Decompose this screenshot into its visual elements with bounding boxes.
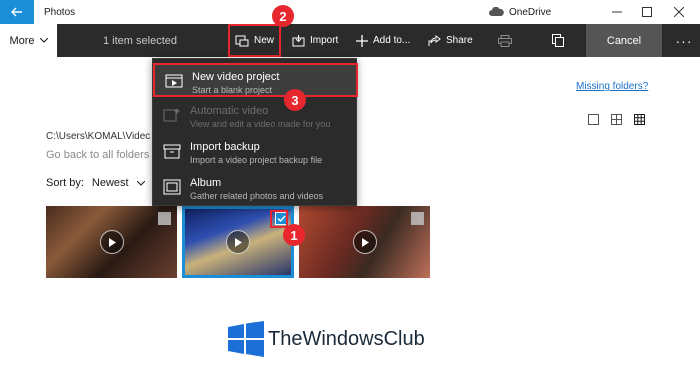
cancel-button[interactable]: Cancel [586,24,662,57]
menu-item-title: New video project [192,71,280,83]
new-project-icon [235,35,249,46]
selection-count: 1 item selected [103,35,177,47]
menu-item-subtitle: Import a video project backup file [190,155,323,165]
archive-icon [163,144,181,159]
onedrive-label: OneDrive [509,6,552,18]
arrow-left-icon [11,7,22,17]
more-menu-button[interactable]: More [0,24,57,57]
automatic-video-icon [163,108,180,122]
sort-control[interactable]: Sort by: Newest [46,177,145,189]
chevron-down-icon [39,38,48,43]
menu-item-title: Automatic video [190,105,269,117]
missing-folders-link[interactable]: Missing folders? [576,81,648,92]
small-view-icon[interactable] [634,114,645,125]
play-icon [226,230,250,254]
select-checkbox[interactable] [411,212,424,225]
callout-border [270,210,288,228]
close-icon [674,7,684,17]
large-view-icon[interactable] [588,114,599,125]
minimize-icon [612,11,622,13]
print-button[interactable] [498,24,512,57]
chevron-down-icon [136,180,145,186]
close-button[interactable] [664,0,694,24]
callout-badge: 2 [272,5,294,27]
sort-label: Sort by: [46,177,84,189]
callout-badge: 3 [284,89,306,111]
new-dropdown-menu: New video project Start a blank project … [152,58,358,206]
more-label: More [9,34,35,47]
video-thumbnail[interactable] [299,206,430,278]
import-button[interactable]: Import [292,24,338,57]
share-label: Share [446,35,473,46]
medium-view-icon[interactable] [611,114,622,125]
print-icon [498,34,512,47]
photos-app: Photos OneDrive More 1 item selected New… [0,0,700,376]
menu-item-new-video-project[interactable]: New video project Start a blank project [153,63,358,97]
maximize-icon [642,7,652,17]
sort-value: Newest [91,177,129,189]
menu-item-import-backup[interactable]: Import backup Import a video project bac… [153,135,358,169]
minimize-button[interactable] [602,0,632,24]
menu-item-title: Album [190,177,222,189]
watermark: TheWindowsClub [228,321,425,357]
video-thumbnail[interactable] [46,206,177,278]
menu-item-subtitle: Start a blank project [192,85,273,95]
add-to-button[interactable]: Add to... [356,24,410,57]
cloud-icon [489,7,504,16]
import-icon [292,34,305,46]
share-icon [428,34,441,46]
back-button[interactable] [0,0,34,24]
menu-item-subtitle: View and edit a video made for you [190,119,331,129]
see-more-button[interactable]: ··· [668,24,700,57]
go-back-link[interactable]: Go back to all folders [46,149,149,161]
new-label: New [253,35,274,46]
copy-button[interactable] [552,24,564,57]
view-switcher [588,114,645,125]
add-to-label: Add to... [373,35,411,46]
menu-item-subtitle: Gather related photos and videos [190,191,324,201]
menu-item-title: Import backup [190,141,260,153]
copy-icon [552,34,564,47]
share-button[interactable]: Share [428,24,473,57]
maximize-button[interactable] [632,0,662,24]
play-icon [352,230,377,254]
select-checkbox[interactable] [158,212,171,225]
folder-path: C:\Users\KOMAL\Videc [46,131,151,142]
onedrive-status[interactable]: OneDrive [488,0,551,24]
menu-item-automatic-video[interactable]: Automatic video View and edit a video ma… [153,99,358,133]
toolbar: More 1 item selected New Import Add to..… [0,24,700,57]
title-bar: Photos [0,0,700,24]
app-title: Photos [44,6,76,18]
plus-icon [356,34,368,47]
play-icon [99,230,124,254]
windowsclub-logo-icon [228,321,264,357]
video-project-icon [165,74,183,88]
new-button[interactable]: New [228,24,281,57]
album-icon [163,179,181,195]
watermark-text: TheWindowsClub [268,327,425,350]
import-label: Import [310,35,339,46]
menu-item-album[interactable]: Album Gather related photos and videos [153,171,358,205]
